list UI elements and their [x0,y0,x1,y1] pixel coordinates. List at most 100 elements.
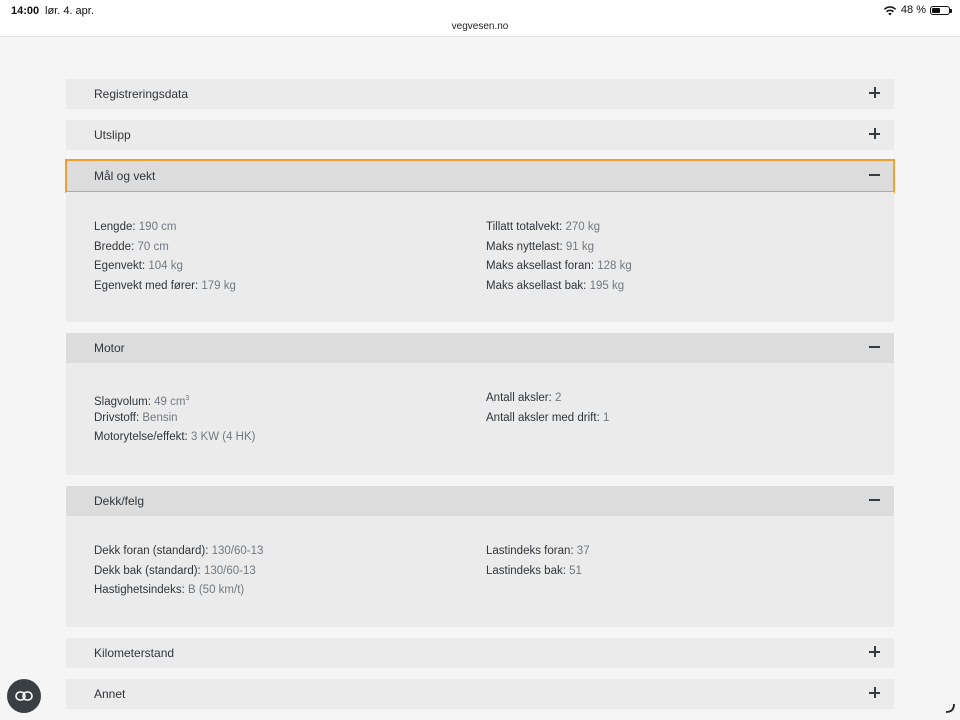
detail-label: Maks aksellast bak: [486,279,587,292]
detail-value: 91 kg [565,240,595,253]
detail-value: 130/60-13 [203,564,256,577]
section-title: Mål og vekt [94,169,156,183]
battery-level [932,7,940,13]
section-dekk-felg: Dekk/felg Dekk foran (standard): 130/60-… [66,486,894,627]
section-header-utslipp[interactable]: Utslipp [66,120,894,150]
detail-label: Slagvolum: [94,395,151,408]
collapse-minus-icon[interactable] [868,340,882,354]
detail-label: Egenvekt med fører: [94,279,199,292]
section-annet: Annet [66,679,894,709]
detail-value: 179 kg [201,279,236,292]
section-header-registreringsdata[interactable]: Registreringsdata [66,79,894,109]
detail-row: Maks nyttelast: 91 kg [486,238,632,258]
detail-value: Bensin [142,411,178,424]
detail-row: Motorytelse/effekt: 3 KW (4 HK) [94,428,256,448]
link-floating-button[interactable] [7,679,41,713]
detail-value: 51 [569,564,582,577]
detail-value-superscript: 3 [185,395,190,402]
resize-corner-icon [945,703,955,713]
status-date: lør. 4. apr. [45,5,94,17]
detail-label: Bredde: [94,240,135,253]
detail-label: Dekk foran (standard): [94,545,209,557]
section-title: Kilometerstand [94,646,175,660]
section-registreringsdata: Registreringsdata [66,79,894,109]
detail-row: Slagvolum: 49 cm3 [94,389,256,409]
detail-row: Antall aksler med drift: 1 [486,409,609,429]
detail-label: Antall aksler: [486,392,552,404]
detail-column-left: Dekk foran (standard): 130/60-13 Dekk ba… [94,542,263,601]
detail-value: 70 cm [137,240,169,253]
collapse-minus-icon[interactable] [868,493,882,507]
section-title: Motor [94,341,125,355]
detail-row: Egenvekt: 104 kg [94,257,236,277]
collapse-minus-icon[interactable] [868,168,882,182]
detail-value: 49 cm3 [154,395,190,408]
status-time: 14:00 [11,5,40,17]
section-motor: Motor Slagvolum: 49 cm3 Drivstoff: Bensi… [66,333,894,475]
detail-row: Egenvekt med fører: 179 kg [94,277,236,297]
page-content: Registreringsdata Utslipp Mål og vekt Le… [0,37,960,720]
detail-value: 190 cm [138,221,177,233]
expand-plus-icon[interactable] [868,127,882,141]
detail-label: Hastighetsindeks: [94,584,185,597]
section-title: Utslipp [94,128,131,142]
section-kilometerstand: Kilometerstand [66,638,894,668]
section-body: Lengde: 190 cm Bredde: 70 cm Egenvekt: 1… [66,192,894,322]
detail-value: 130/60-13 [211,545,264,557]
expand-plus-icon[interactable] [868,686,882,700]
expand-plus-icon[interactable] [868,645,882,659]
detail-value: B (50 km/t) [187,584,245,597]
section-title: Registreringsdata [94,87,189,101]
section-header-maal-og-vekt[interactable]: Mål og vekt [65,159,895,193]
detail-label: Lastindeks foran: [486,545,574,557]
battery-icon [930,5,952,15]
status-bar: 14:00 lør. 4. apr. vegvesen.no 48 % [0,0,960,37]
detail-column-right: Antall aksler: 2 Antall aksler med drift… [486,389,609,428]
detail-label: Dekk bak (standard): [94,564,201,577]
detail-label: Antall aksler med drift: [486,411,600,424]
address-url: vegvesen.no [451,21,509,32]
detail-label: Maks nyttelast: [486,240,563,253]
detail-row: Antall aksler: 2 [486,389,609,409]
battery-percent: 48 % [900,4,926,16]
detail-column-left: Slagvolum: 49 cm3 Drivstoff: Bensin Moto… [94,389,256,448]
detail-value-text: 49 cm [154,395,186,408]
detail-column-right: Tillatt totalvekt: 270 kg Maks nyttelast… [486,218,632,296]
detail-label: Egenvekt: [94,260,146,273]
detail-row: Lengde: 190 cm [94,218,236,238]
detail-row: Bredde: 70 cm [94,238,236,258]
detail-label: Lengde: [94,221,136,233]
detail-value: 37 [576,545,590,557]
detail-row: Maks aksellast bak: 195 kg [486,277,632,297]
section-maal-og-vekt: Mål og vekt Lengde: 190 cm Bredde: 70 cm… [65,159,895,322]
detail-label: Lastindeks bak: [486,564,566,577]
detail-value: 1 [602,411,610,424]
detail-label: Maks aksellast foran: [486,260,595,273]
section-header-annet[interactable]: Annet [66,679,894,709]
detail-row: Dekk bak (standard): 130/60-13 [94,562,263,582]
detail-column-left: Lengde: 190 cm Bredde: 70 cm Egenvekt: 1… [94,218,236,296]
detail-row: Maks aksellast foran: 128 kg [486,257,632,277]
section-header-motor[interactable]: Motor [66,333,894,363]
detail-label: Drivstoff: [94,411,140,424]
section-header-kilometerstand[interactable]: Kilometerstand [66,638,894,668]
section-title: Annet [94,687,126,701]
section-header-dekk-felg[interactable]: Dekk/felg [66,486,894,516]
section-utslipp: Utslipp [66,120,894,150]
detail-label: Motorytelse/effekt: [94,431,188,444]
detail-row: Lastindeks foran: 37 [486,542,590,562]
detail-value: 270 kg [565,221,601,233]
section-body: Dekk foran (standard): 130/60-13 Dekk ba… [66,516,894,627]
detail-value: 104 kg [148,260,183,273]
detail-column-right: Lastindeks foran: 37 Lastindeks bak: 51 [486,542,590,581]
detail-value: 195 kg [589,279,625,292]
detail-value: 3 KW (4 HK) [190,431,256,444]
detail-row: Dekk foran (standard): 130/60-13 [94,542,263,562]
detail-row: Tillatt totalvekt: 270 kg [486,218,632,238]
detail-row: Drivstoff: Bensin [94,409,256,429]
address-bar[interactable]: vegvesen.no [0,21,960,32]
expand-plus-icon[interactable] [868,86,882,100]
link-icon [15,691,33,701]
wifi-icon [883,5,897,15]
detail-value: 2 [555,392,562,404]
